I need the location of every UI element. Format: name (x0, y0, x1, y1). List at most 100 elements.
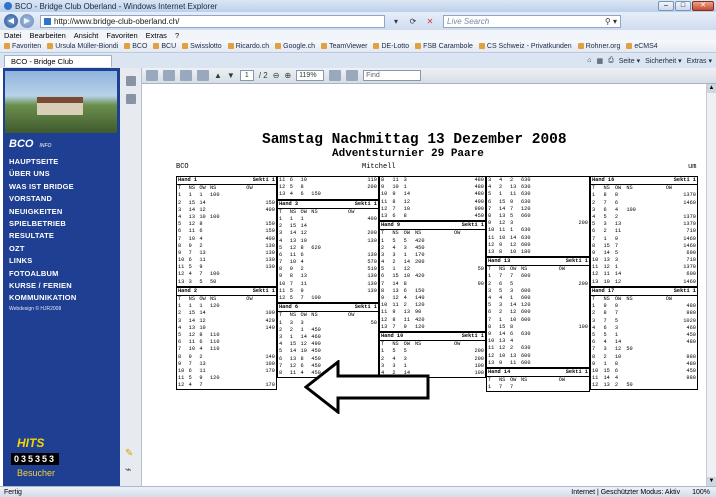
print-icon[interactable] (163, 70, 175, 81)
site-sidebar: BCO INFO Hauptseite Über uns Was ist Brid… (3, 68, 120, 486)
table-cell: 3 (603, 221, 607, 228)
menu-favoriten[interactable]: Favoriten (106, 31, 137, 40)
bookmarks-icon[interactable] (125, 94, 136, 104)
fav-item[interactable]: DE-Lotto (373, 42, 409, 50)
pdf-scrollbar[interactable]: ▲ ▼ (706, 84, 716, 486)
table-cell: 5 (614, 317, 619, 324)
feeds-icon[interactable]: ▦ (596, 57, 603, 65)
page-number-input[interactable]: 1 (239, 70, 254, 81)
table-cell: 630 (521, 227, 531, 234)
fav-item[interactable]: Rohner.org (577, 42, 620, 50)
table-row: 5 14 10 450 (278, 348, 378, 355)
table-cell: 12 (499, 220, 506, 227)
save-icon[interactable] (146, 70, 158, 81)
menu-datei[interactable]: Datei (4, 31, 22, 40)
forward-button[interactable]: ▶ (20, 14, 34, 28)
table-cell: OW (348, 312, 355, 319)
fav-item[interactable]: FSB Carambole (415, 42, 473, 50)
find-input[interactable]: Find (363, 70, 422, 81)
fav-item[interactable]: Swisslotto (182, 42, 222, 50)
table-cell: 600 (521, 352, 531, 359)
pages-icon[interactable] (125, 76, 136, 86)
table-cell (438, 252, 461, 259)
fit-page-icon[interactable] (329, 70, 342, 81)
stop-icon[interactable]: ✕ (423, 17, 437, 26)
next-page-icon[interactable]: ▼ (227, 71, 235, 80)
comments-icon[interactable]: ✎ (125, 448, 137, 460)
table-cell: 450 (311, 348, 321, 355)
hand-icon[interactable] (197, 70, 209, 81)
menu-extras[interactable]: Extras (146, 31, 167, 40)
cmd-seite[interactable]: Seite ▾ (619, 57, 640, 65)
refresh-icon[interactable]: ⟳ (406, 17, 420, 26)
zoom-out-icon[interactable]: ⊖ (273, 71, 280, 80)
paperclip-icon[interactable]: ⌁ (125, 464, 137, 476)
fav-item[interactable]: Google.ch (275, 42, 315, 50)
fit-width-icon[interactable] (346, 70, 359, 81)
table-cell (543, 302, 565, 309)
table-cell: 10 (488, 227, 495, 234)
menu-ansicht[interactable]: Ansicht (74, 31, 99, 40)
table-cell: 110 (209, 339, 220, 346)
nav-hauptseite[interactable]: Hauptseite (9, 156, 119, 168)
zoom-in-icon[interactable]: ⊕ (284, 71, 291, 80)
fav-item[interactable]: TeamViewer (321, 42, 367, 50)
menu-help[interactable]: ? (175, 31, 179, 40)
fav-item[interactable]: BCU (153, 42, 176, 50)
nav-fotoalbum[interactable]: Fotoalbum (9, 268, 119, 280)
nav-kommunikation[interactable]: Kommunikation (9, 292, 119, 304)
nav-ueber-uns[interactable]: Über uns (9, 168, 119, 180)
table-row: 10 13 3 710 (591, 257, 697, 264)
zoom-select[interactable]: 119% (296, 70, 325, 81)
back-button[interactable]: ◀ (4, 14, 18, 28)
table-cell: T (279, 208, 283, 215)
fav-item[interactable]: eCMS4 (626, 42, 658, 50)
nav-resultate[interactable]: Resultate (9, 230, 119, 242)
nav-ozt[interactable]: OZT (9, 243, 119, 255)
print-icon[interactable]: ⎙ (608, 57, 614, 65)
section-label: Sekti 1 (354, 304, 377, 311)
nav-spielbetrieb[interactable]: Spielbetrieb (9, 218, 119, 230)
page-icon (47, 42, 54, 49)
fav-item[interactable]: Ursula Müller-Biondi (47, 42, 118, 50)
maximize-button[interactable]: □ (675, 1, 691, 11)
search-input[interactable]: Live Search ⚲ ▾ (443, 14, 621, 28)
fav-item[interactable]: CS Schweiz - Privatkunden (478, 42, 572, 50)
close-button[interactable]: ✕ (692, 1, 714, 11)
nav-was-ist-bridge[interactable]: Was ist Bridge (9, 181, 119, 193)
fav-favoriten[interactable]: Favoriten (4, 42, 41, 50)
minimize-button[interactable]: – (658, 1, 674, 11)
table-cell: 180 (521, 248, 531, 255)
home-icon[interactable]: ⌂ (587, 57, 591, 65)
cmd-sicherheit[interactable]: Sicherheit ▾ (645, 57, 682, 65)
table-cell: 400 (265, 206, 275, 213)
table-cell (626, 303, 649, 310)
hand-block: 8 11 3 480 9 10 1 480 10 9 14 480 11 8 12 490 12 7 10 990 13… (379, 176, 486, 222)
table-cell: 90 (414, 309, 422, 316)
address-field[interactable]: http://www.bridge-club-oberland.ch/ (40, 14, 385, 28)
menu-bearbeiten[interactable]: Bearbeiten (30, 31, 66, 40)
table-cell (231, 375, 252, 382)
table-cell (210, 250, 231, 257)
scroll-down-icon[interactable]: ▼ (707, 477, 716, 486)
fav-item[interactable]: BCO (124, 42, 147, 50)
table-cell: 690 (686, 249, 696, 256)
scroll-up-icon[interactable]: ▲ (707, 84, 716, 93)
table-cell (543, 213, 565, 220)
cmd-extras[interactable]: Extras ▾ (687, 57, 712, 65)
nav-kurse-ferien[interactable]: Kurse / Ferien (9, 280, 119, 292)
nav-links[interactable]: Links (9, 255, 119, 267)
prev-page-icon[interactable]: ▲ (214, 71, 222, 80)
hand-header: Hand 3 Sekti 1 (278, 201, 378, 209)
share-icon[interactable] (180, 70, 192, 81)
nav-vorstand[interactable]: Vorstand (9, 193, 119, 205)
table-row: 10 13 4 (487, 338, 589, 345)
zoom-level[interactable]: 100% (692, 489, 710, 496)
search-icon[interactable]: ⚲ ▾ (605, 17, 617, 26)
table-cell (626, 214, 649, 221)
table-cell: 5 (614, 249, 619, 256)
nav-neuigkeiten[interactable]: Neuigkeiten (9, 206, 119, 218)
dropdown-icon[interactable]: ▾ (389, 17, 403, 26)
fav-item[interactable]: Ricardo.ch (227, 42, 269, 50)
tab-bco[interactable]: BCO - Bridge Club Oberland (4, 55, 112, 77)
